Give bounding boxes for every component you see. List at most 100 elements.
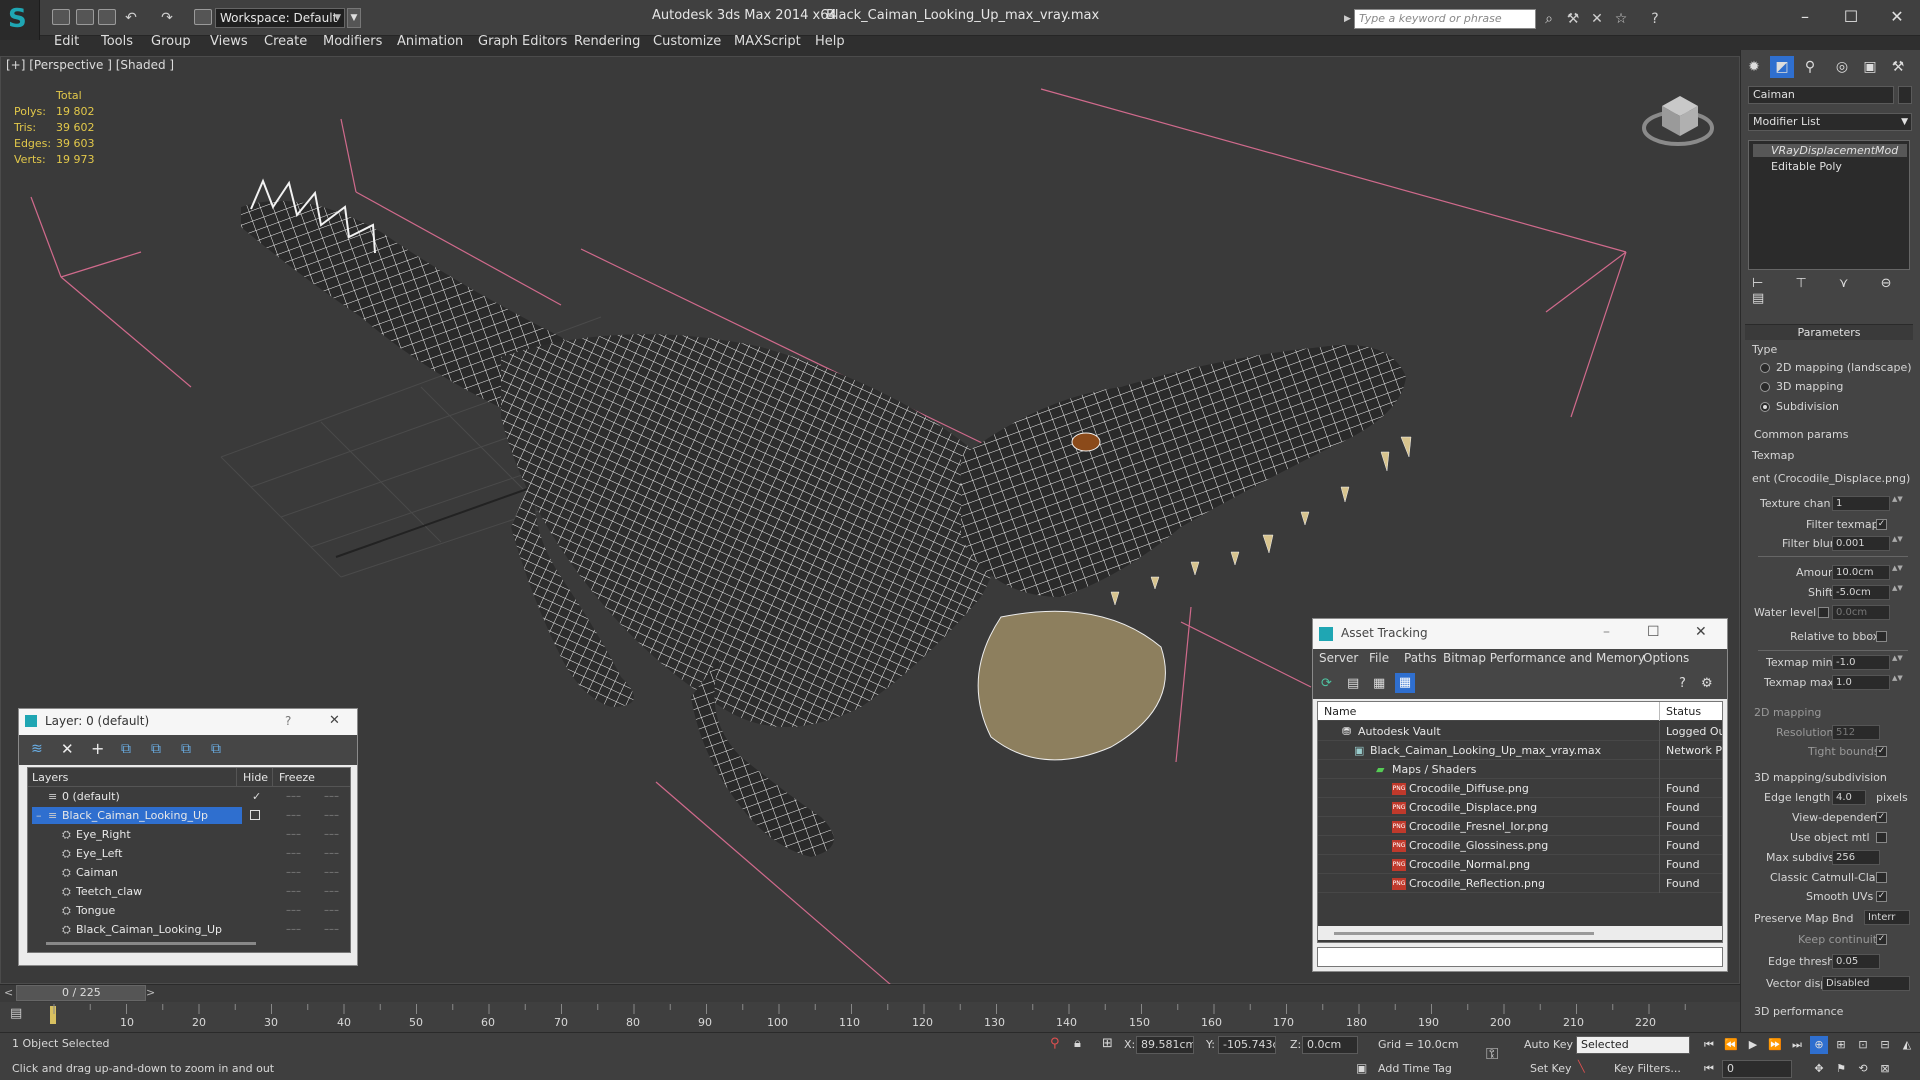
viewport-label[interactable]: [+] [Perspective ] [Shaded ] bbox=[6, 58, 174, 72]
asset-row[interactable]: ▣ Black_Caiman_Looking_Up_max_vray.max N… bbox=[1318, 741, 1722, 760]
walk-through-icon[interactable]: ⚑ bbox=[1832, 1060, 1850, 1078]
binoculars-icon[interactable]: ⌕ bbox=[1540, 10, 1558, 28]
viewcube-icon[interactable] bbox=[1640, 86, 1716, 150]
col-layers[interactable]: Layers bbox=[32, 768, 68, 787]
col-freeze[interactable]: Freeze bbox=[272, 768, 315, 787]
asset-row[interactable]: PNG Crocodile_Reflection.png Found bbox=[1318, 874, 1722, 893]
texmap-max-input[interactable]: 1.0 bbox=[1832, 675, 1890, 690]
asset-menu-file[interactable]: File bbox=[1369, 651, 1389, 665]
menu-rendering[interactable]: Rendering bbox=[574, 34, 640, 49]
menu-modifiers[interactable]: Modifiers bbox=[323, 34, 382, 49]
menu-tools[interactable]: Tools bbox=[101, 34, 133, 49]
preserve-map-dropdown[interactable]: Interr bbox=[1864, 910, 1910, 925]
help-icon[interactable]: ? bbox=[1646, 10, 1664, 28]
amount-input[interactable]: 10.0cm bbox=[1832, 565, 1890, 580]
table-view-icon[interactable]: ▦ bbox=[1395, 673, 1415, 693]
hierarchy-tab-icon[interactable]: ⚲ bbox=[1798, 56, 1822, 78]
tree-view-icon[interactable]: ▦ bbox=[1373, 676, 1385, 691]
caiman-mesh[interactable] bbox=[241, 178, 1412, 857]
keep-continuity-checkbox[interactable]: ✓ bbox=[1876, 934, 1887, 945]
parameters-rollout-header[interactable]: Parameters bbox=[1745, 324, 1913, 340]
goto-start-icon[interactable]: ⏮ bbox=[1700, 1036, 1718, 1054]
z-coordinate-input[interactable]: 0.0cm bbox=[1302, 1036, 1358, 1054]
freeze-toggle[interactable]: ––– bbox=[324, 844, 339, 863]
hide-toggle[interactable]: ––– bbox=[286, 806, 301, 825]
modify-tab-icon[interactable]: ◩ bbox=[1770, 56, 1794, 78]
layer-object-row[interactable]: ⛭ Caiman ––– ––– bbox=[28, 863, 350, 882]
workspace-arrow-button[interactable]: ▼ bbox=[347, 8, 361, 28]
maximize-icon[interactable]: ☐ bbox=[1836, 6, 1866, 28]
asset-row[interactable]: ▰ Maps / Shaders bbox=[1318, 760, 1722, 779]
list-view-icon[interactable]: ▤ bbox=[1347, 676, 1359, 691]
filter-blur-input[interactable]: 0.001 bbox=[1832, 536, 1890, 551]
prev-frame-icon[interactable]: ⏪ bbox=[1722, 1036, 1740, 1054]
classic-catmull-checkbox[interactable] bbox=[1876, 872, 1887, 883]
object-name-input[interactable]: Caiman bbox=[1748, 86, 1894, 104]
asset-menu-bitmap-performance[interactable]: Bitmap Performance and Memory bbox=[1443, 651, 1645, 665]
refresh-icon[interactable]: ⟳ bbox=[1321, 676, 1332, 691]
menu-graph-editors[interactable]: Graph Editors bbox=[478, 34, 567, 49]
menu-animation[interactable]: Animation bbox=[397, 34, 463, 49]
create-tab-icon[interactable]: ✹ bbox=[1742, 56, 1766, 78]
vector-displ-dropdown[interactable]: Disabled bbox=[1822, 976, 1910, 991]
radio-2d-mapping[interactable] bbox=[1760, 363, 1770, 373]
spinner-icon[interactable]: ▲▼ bbox=[1892, 496, 1903, 511]
communication-center-icon[interactable]: ✕ bbox=[1588, 10, 1606, 28]
max-subdivs-input[interactable]: 256 bbox=[1832, 850, 1880, 865]
redo-icon[interactable]: ↷ bbox=[158, 9, 176, 27]
water-level-checkbox[interactable] bbox=[1818, 607, 1829, 618]
stack-tools-icons[interactable]: ⊢ ⊤ ⋎ ⊖ ▤ bbox=[1752, 276, 1912, 306]
resolution-input[interactable]: 512 bbox=[1832, 725, 1880, 740]
absolute-mode-icon[interactable]: ⊞ bbox=[1102, 1036, 1113, 1051]
search-input[interactable]: Type a keyword or phrase bbox=[1354, 9, 1536, 29]
workspace-dropdown[interactable]: Workspace: Default ▼ bbox=[215, 8, 345, 28]
menu-help[interactable]: Help bbox=[815, 34, 845, 49]
new-file-icon[interactable] bbox=[52, 9, 70, 25]
modifier-stack[interactable]: VRayDisplacementMod Editable Poly bbox=[1748, 140, 1910, 270]
asset-row[interactable]: PNG Crocodile_Displace.png Found bbox=[1318, 798, 1722, 817]
key-mode-dropdown[interactable]: Selected bbox=[1576, 1036, 1690, 1054]
freeze-toggle[interactable]: ––– bbox=[324, 901, 339, 920]
asset-row[interactable]: PNG Crocodile_Glossiness.png Found bbox=[1318, 836, 1722, 855]
zoom-icon[interactable]: ⊕ bbox=[1810, 1036, 1828, 1054]
menu-maxscript[interactable]: MAXScript bbox=[734, 34, 801, 49]
layers-stack-icon[interactable]: ≋ bbox=[31, 741, 43, 757]
layer-dialog-titlebar[interactable]: Layer: 0 (default) ? ✕ bbox=[19, 709, 357, 735]
play-icon[interactable]: ▶ bbox=[1744, 1036, 1762, 1054]
freeze-toggle[interactable]: ––– bbox=[324, 920, 339, 939]
radio-subdivision[interactable] bbox=[1760, 402, 1770, 412]
horizontal-scrollbar[interactable] bbox=[1318, 926, 1722, 940]
horizontal-scrollbar[interactable] bbox=[46, 942, 256, 945]
save-file-icon[interactable] bbox=[98, 9, 116, 25]
delete-layer-icon[interactable]: ✕ bbox=[61, 740, 74, 758]
layer-object-row[interactable]: ⛭ Eye_Right ––– ––– bbox=[28, 825, 350, 844]
col-status[interactable]: Status bbox=[1659, 702, 1722, 721]
lock-selection-icon[interactable]: 🔒︎ bbox=[1074, 1036, 1081, 1051]
set-key-mode-icon[interactable]: ⚿ bbox=[1486, 1044, 1498, 1064]
active-checkmark-icon[interactable]: ✓ bbox=[252, 787, 261, 806]
open-file-icon[interactable] bbox=[76, 9, 94, 25]
motion-tab-icon[interactable]: ◎ bbox=[1830, 56, 1854, 78]
hide-toggle[interactable]: ––– bbox=[286, 882, 301, 901]
relative-bbox-checkbox[interactable] bbox=[1876, 631, 1887, 642]
shift-input[interactable]: -5.0cm bbox=[1832, 585, 1890, 600]
layer-object-row[interactable]: ⛭ Eye_Left ––– ––– bbox=[28, 844, 350, 863]
object-color-swatch[interactable] bbox=[1898, 86, 1912, 104]
col-hide[interactable]: Hide bbox=[236, 768, 268, 787]
current-layer-toggle[interactable] bbox=[250, 810, 260, 820]
scrollbar-thumb[interactable] bbox=[1334, 932, 1594, 935]
freeze-toggle[interactable]: ––– bbox=[324, 825, 339, 844]
hide-toggle[interactable]: ––– bbox=[286, 787, 301, 806]
add-layer-icon[interactable]: + bbox=[91, 739, 104, 758]
y-coordinate-input[interactable]: -105.743c bbox=[1218, 1036, 1276, 1054]
key-icon[interactable]: ╲ bbox=[1578, 1060, 1585, 1073]
filter-texmap-checkbox[interactable]: ✓ bbox=[1876, 519, 1887, 530]
close-icon[interactable]: ✕ bbox=[1882, 6, 1912, 28]
goto-end-icon[interactable]: ⏭ bbox=[1788, 1036, 1806, 1054]
view-dependent-checkbox[interactable]: ✓ bbox=[1876, 812, 1887, 823]
hide-toggle[interactable]: ––– bbox=[286, 901, 301, 920]
layer-row[interactable]: – ≡ Black_Caiman_Looking_Up ––– ––– bbox=[28, 806, 350, 825]
asset-row[interactable]: PNG Crocodile_Diffuse.png Found bbox=[1318, 779, 1722, 798]
subscription-icon[interactable]: ⚒ bbox=[1564, 10, 1582, 28]
asset-menu-options[interactable]: Options bbox=[1643, 651, 1689, 665]
